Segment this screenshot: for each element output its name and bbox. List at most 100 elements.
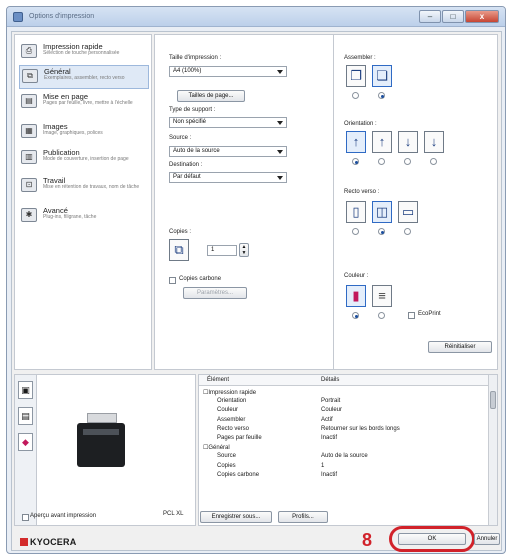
collate-on-option[interactable]: ❏ — [372, 65, 392, 87]
printer-image — [77, 413, 127, 469]
save-as-button[interactable]: Enregistrer sous... — [200, 511, 272, 523]
table-row[interactable]: ☐Général — [199, 443, 489, 452]
media-type-value: Non spécifié — [173, 119, 207, 125]
duplex-label: Recto verso : — [344, 189, 380, 195]
table-row[interactable]: Orientation Portrait — [199, 397, 489, 406]
orientation-portrait-rotated-option[interactable]: ↓ — [398, 131, 418, 153]
row-element: Assembler — [217, 416, 246, 423]
nav-item-publication[interactable]: ▥ Publication Mode de couverture, insert… — [19, 147, 149, 171]
close-button[interactable]: x — [465, 10, 499, 23]
nav-item-description: Pages par feuille, livre, mettre à l'éch… — [43, 100, 133, 106]
table-row[interactable]: Recto verso Retourner sur les bords longs — [199, 425, 489, 434]
row-details: 1 — [321, 462, 325, 469]
duplex-off-radio[interactable] — [352, 228, 359, 235]
parameters-button[interactable]: Paramètres... — [183, 287, 247, 299]
nav-item-description: Sélection de touche personnalisée — [43, 50, 120, 56]
print-size-select[interactable]: A4 (100%) — [169, 66, 287, 77]
color-mode-radio[interactable] — [352, 312, 359, 319]
orientation-landscape-radio[interactable] — [378, 158, 385, 165]
chevron-down-icon — [277, 121, 283, 125]
nav-item-general[interactable]: ⧉ Général Exemplaires, assembler, recto … — [19, 65, 149, 89]
orientation-label: Orientation : — [344, 121, 377, 127]
duplex-off-option[interactable]: ▯ — [346, 201, 366, 223]
nav-item-description: Image, graphiques, polices — [43, 130, 103, 136]
copies-label: Copies : — [169, 229, 192, 235]
ecoprint-checkbox[interactable] — [408, 312, 415, 319]
duplex-long-edge-radio[interactable] — [378, 228, 385, 235]
duplex-short-edge-option[interactable]: ▭ — [398, 201, 418, 223]
row-element: Pages par feuille — [217, 435, 262, 441]
printer-icon: ⎙ — [21, 44, 37, 58]
table-row[interactable]: Couleur Couleur — [199, 406, 489, 415]
collate-off-option[interactable]: ❐ — [346, 65, 366, 87]
carbon-copies-checkbox[interactable] — [169, 277, 176, 284]
image-icon: ▦ — [21, 124, 37, 138]
table-row[interactable]: ☐Impression rapide — [199, 388, 489, 397]
source-label: Source : — [169, 135, 192, 141]
nav-item-description: Mode de couverture, insertion de page — [43, 156, 129, 162]
nav-item-images[interactable]: ▦ Images Image, graphiques, polices — [19, 121, 149, 145]
nav-item-layout[interactable]: ▤ Mise en page Pages par feuille, livre,… — [19, 91, 149, 115]
table-row[interactable]: Pages par feuille Inactif — [199, 434, 489, 443]
copies-stepper[interactable]: ▲ ▼ — [239, 243, 249, 257]
copies-icon: ⧉ — [22, 69, 38, 83]
maximize-button[interactable]: □ — [442, 10, 464, 23]
orientation-portrait-radio[interactable] — [352, 158, 359, 165]
grayscale-mode-option[interactable]: ≡ — [372, 285, 392, 307]
color-label: Couleur : — [344, 273, 369, 279]
layout-icon: ▤ — [21, 94, 37, 108]
destination-value: Par défaut — [173, 174, 201, 180]
table-scrollbar[interactable] — [488, 375, 497, 525]
row-details: Auto de la source — [321, 453, 368, 460]
print-settings-window: Options d'impression – □ x ⎙ Impression … — [6, 6, 506, 554]
table-row[interactable]: Source Auto de la source — [199, 452, 489, 461]
destination-label: Destination : — [169, 162, 203, 168]
page-sizes-button[interactable]: Tailles de page... — [177, 90, 245, 102]
scrollbar-thumb[interactable] — [490, 391, 496, 409]
nav-item-job[interactable]: ⊡ Travail Mise en rétention de travaux, … — [19, 175, 149, 199]
table-row[interactable]: Assembler Actif — [199, 416, 489, 425]
window-controls: – □ x — [419, 10, 499, 23]
row-element: Copies carbone — [217, 471, 260, 478]
grayscale-mode-radio[interactable] — [378, 312, 385, 319]
row-element: Recto verso — [217, 425, 250, 432]
collate-off-radio[interactable] — [352, 92, 359, 99]
print-preview-checkbox[interactable] — [22, 514, 29, 521]
reset-button[interactable]: Réinitialiser — [428, 341, 492, 353]
printer-view-tab[interactable]: ▣ — [18, 381, 33, 399]
nav-item-quick-print[interactable]: ⎙ Impression rapide Sélection de touche … — [19, 41, 149, 65]
row-details: Actif — [321, 416, 333, 423]
title-bar: Options d'impression – □ x — [7, 7, 505, 27]
row-element: Orientation — [217, 398, 247, 405]
cancel-button[interactable]: Annuler — [474, 533, 500, 545]
color-view-tab[interactable]: ◆ — [18, 433, 33, 451]
orientation-landscape-rotated-radio[interactable] — [430, 158, 437, 165]
output-settings-panel: Assembler : ❐ ❏ Orientation : ↑ ↑ ↓ ↓ Re… — [334, 34, 498, 370]
orientation-portrait-rotated-radio[interactable] — [404, 158, 411, 165]
color-mode-option[interactable]: ▮ — [346, 285, 366, 307]
destination-select[interactable]: Par défaut — [169, 172, 287, 183]
media-type-select[interactable]: Non spécifié — [169, 117, 287, 128]
chevron-down-icon — [277, 176, 283, 180]
minimize-button[interactable]: – — [419, 10, 441, 23]
row-element: ☐Général — [203, 445, 230, 452]
table-row[interactable]: Copies carbone Inactif — [199, 471, 489, 480]
nav-item-advanced[interactable]: ✱ Avancé Plug-ins, filigrane, tâche — [19, 205, 149, 229]
orientation-landscape-rotated-option[interactable]: ↓ — [424, 131, 444, 153]
copies-input[interactable]: 1 — [207, 245, 237, 256]
row-element: Copies — [217, 462, 236, 469]
duplex-short-edge-radio[interactable] — [404, 228, 411, 235]
publication-icon: ▥ — [21, 150, 37, 164]
table-header: Élément Détails — [199, 375, 489, 386]
page-view-tab[interactable]: ▤ — [18, 407, 33, 425]
column-header-details: Détails — [321, 377, 340, 383]
orientation-landscape-option[interactable]: ↑ — [372, 131, 392, 153]
print-size-value: A4 (100%) — [173, 68, 202, 74]
table-row[interactable]: Copies 1 — [199, 462, 489, 471]
duplex-long-edge-option[interactable]: ◫ — [372, 201, 392, 223]
orientation-portrait-option[interactable]: ↑ — [346, 131, 366, 153]
profiles-button[interactable]: Profils... — [278, 511, 328, 523]
source-select[interactable]: Auto de la source — [169, 146, 287, 157]
collate-on-radio[interactable] — [378, 92, 385, 99]
ok-button[interactable]: OK — [398, 533, 466, 545]
